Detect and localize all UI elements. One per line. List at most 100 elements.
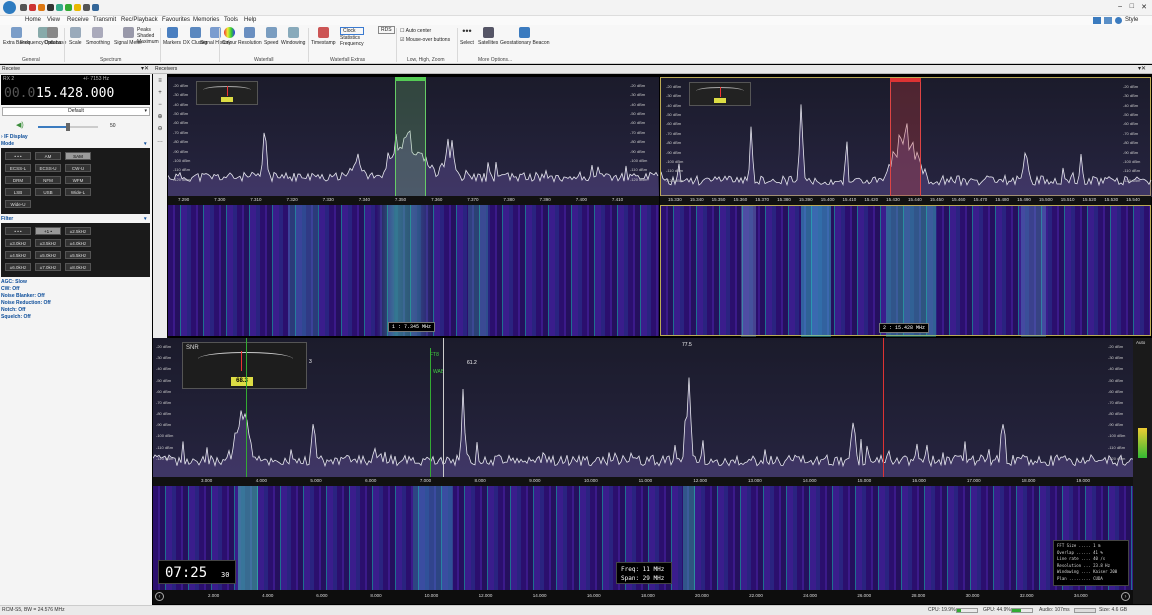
options-button[interactable]: Options bbox=[44, 27, 61, 46]
rx2-frequency-label[interactable]: 2 : 15.428 MHz bbox=[879, 323, 930, 333]
squelch-setting[interactable]: Squelch: Off bbox=[1, 314, 31, 320]
menu-tools[interactable]: Tools bbox=[224, 17, 238, 23]
cw-setting[interactable]: CW: Off bbox=[1, 286, 20, 292]
satellites-button[interactable]: Satellites bbox=[478, 27, 498, 46]
filter-button[interactable]: +1 • bbox=[35, 227, 61, 235]
windowing-button[interactable]: Windowing bbox=[281, 27, 305, 46]
menu-help[interactable]: Help bbox=[244, 17, 256, 23]
add-receiver-icon[interactable]: + bbox=[155, 89, 165, 97]
list-icon[interactable]: ≡ bbox=[155, 77, 165, 85]
rx2-waterfall[interactable]: 2 : 15.428 MHz bbox=[660, 205, 1151, 337]
mode-button[interactable]: AM bbox=[35, 152, 61, 160]
speed-button[interactable]: Speed bbox=[264, 27, 278, 46]
maximum-toggle[interactable]: Maximum bbox=[137, 39, 159, 45]
marker-a[interactable]: 3 bbox=[309, 359, 312, 365]
scroll-left-icon[interactable]: ‹ bbox=[155, 592, 164, 601]
menu-receive[interactable]: Receive bbox=[67, 17, 89, 23]
filter-button[interactable]: ±4.5kHz bbox=[5, 251, 31, 259]
wideband-waterfall[interactable]: 07:25 30 Freq: 11 MHz Span: 29 MHz FFT S… bbox=[153, 486, 1133, 590]
stop-icon[interactable] bbox=[65, 4, 72, 11]
rx1-passband[interactable] bbox=[395, 77, 426, 196]
quick-access-icon[interactable] bbox=[20, 4, 27, 11]
layout-icon[interactable] bbox=[1093, 17, 1101, 24]
mouse-over-checkbox[interactable]: ☑ Mouse-over buttons bbox=[400, 36, 450, 45]
mode-button[interactable]: ECSS-U bbox=[35, 164, 61, 172]
settings-icon[interactable] bbox=[47, 4, 54, 11]
filter-button[interactable]: ±2.5kHz bbox=[65, 227, 91, 235]
mode-button[interactable]: LSB bbox=[5, 188, 31, 196]
smoothing-button[interactable]: Smoothing bbox=[86, 27, 110, 46]
play-icon[interactable] bbox=[56, 4, 63, 11]
menu-view[interactable]: View bbox=[47, 17, 60, 23]
more-icon[interactable]: … bbox=[155, 137, 165, 145]
menu-transmit[interactable]: Transmit bbox=[93, 17, 116, 23]
volume-handle[interactable] bbox=[66, 123, 70, 131]
ft8-marker[interactable]: FT8 bbox=[430, 352, 439, 358]
undo-icon[interactable] bbox=[92, 4, 99, 11]
filter-button[interactable]: ±3.0kHz bbox=[5, 239, 31, 247]
peaks-shaded-maximum[interactable]: Peaks Shaded Maximum bbox=[137, 27, 159, 45]
star-icon[interactable] bbox=[74, 4, 81, 11]
close-button[interactable]: ✕ bbox=[1141, 3, 1147, 11]
mode-button[interactable]: DRM bbox=[5, 176, 31, 184]
mode-section[interactable]: Mode ▾ bbox=[1, 141, 147, 147]
favourites-icon[interactable] bbox=[38, 4, 45, 11]
notch-setting[interactable]: Notch: Off bbox=[1, 307, 25, 313]
rx2-passband[interactable] bbox=[890, 78, 921, 197]
mode-button[interactable]: USB bbox=[35, 188, 61, 196]
rx1-spectrum[interactable]: -20 dBm -30 dBm -40 dBm -50 dBm -60 dBm -70 d… bbox=[168, 77, 659, 196]
filter-button[interactable]: ±5.0kHz bbox=[35, 251, 61, 259]
resolution-button[interactable]: Resolution bbox=[238, 27, 262, 46]
frequency-readout[interactable]: 15.428.000 bbox=[36, 86, 114, 101]
maximize-button[interactable]: □ bbox=[1130, 3, 1134, 10]
rds-button[interactable]: RDS bbox=[378, 26, 395, 34]
filter-button[interactable]: ±5.5kHz bbox=[65, 251, 91, 259]
preset-dropdown[interactable]: Default ▾ bbox=[2, 107, 150, 116]
marker-c[interactable]: 61.2 bbox=[467, 360, 477, 366]
timestamp-button[interactable]: Timestamp bbox=[311, 27, 336, 46]
filter-button[interactable]: ±7.0kHz bbox=[35, 263, 61, 271]
marker-b[interactable]: 77.5 bbox=[682, 342, 692, 348]
window-icon[interactable] bbox=[1104, 17, 1112, 24]
filter-button[interactable]: ±3.5kHz bbox=[35, 239, 61, 247]
level-scale[interactable]: Auto bbox=[1133, 338, 1152, 604]
if-display-toggle[interactable]: › IF Display bbox=[1, 134, 28, 140]
mode-button[interactable]: CW-U bbox=[65, 164, 91, 172]
minimize-button[interactable]: – bbox=[1118, 3, 1122, 10]
rx1-waterfall[interactable]: 1 : 7.345 MHz bbox=[168, 205, 659, 336]
pane-pin-icon[interactable]: ▾✕ bbox=[141, 65, 149, 72]
menu-rec-playback[interactable]: Rec/Playback bbox=[121, 17, 158, 23]
remove-receiver-icon[interactable]: − bbox=[155, 101, 165, 109]
rx2-passband-handle[interactable] bbox=[890, 78, 921, 82]
mode-button[interactable]: ECSS-L bbox=[5, 164, 31, 172]
filter-button[interactable]: • • • bbox=[5, 227, 31, 235]
colour-button[interactable]: Colour bbox=[222, 27, 237, 46]
mode-button[interactable]: SAM bbox=[65, 152, 91, 160]
menu-home[interactable]: Home bbox=[25, 17, 41, 23]
filter-section[interactable]: Filter ▾ bbox=[1, 216, 147, 222]
wideband-spectrum[interactable]: SNR 68.3 3 77.5 61.2 FT8 WAB -20 dBm -30 … bbox=[153, 338, 1133, 477]
auto-center-checkbox[interactable]: ☐ Auto center bbox=[400, 27, 450, 36]
select-button[interactable]: ••• Select bbox=[460, 27, 474, 47]
markers-button[interactable]: Markers bbox=[163, 27, 181, 46]
help-icon[interactable] bbox=[1115, 17, 1122, 24]
style-menu[interactable]: Style bbox=[1125, 17, 1138, 23]
zoom-out-icon[interactable]: ⊖ bbox=[155, 125, 165, 133]
memory-icon[interactable] bbox=[83, 4, 90, 11]
clock-toggle[interactable]: Clock bbox=[340, 27, 364, 35]
menu-favourites[interactable]: Favourites bbox=[162, 17, 190, 23]
filter-button[interactable]: ±6.0kHz bbox=[5, 263, 31, 271]
rx1-passband-handle[interactable] bbox=[395, 77, 426, 81]
agc-setting[interactable]: AGC: Slow bbox=[1, 279, 27, 285]
menu-memories[interactable]: Memories bbox=[193, 17, 219, 23]
filter-button[interactable]: ±4.0kHz bbox=[65, 239, 91, 247]
auto-scale-button[interactable]: Auto bbox=[1136, 340, 1145, 345]
noise-blanker-setting[interactable]: Noise Blanker: Off bbox=[1, 293, 45, 299]
rx2-spectrum[interactable]: -20 dBm -30 dBm -40 dBm -50 dBm -60 dBm -70 d… bbox=[660, 77, 1152, 197]
frequency-toggle[interactable]: Frequency bbox=[340, 41, 364, 47]
mode-button[interactable]: WFM bbox=[65, 176, 91, 184]
record-icon[interactable] bbox=[29, 4, 36, 11]
mode-button[interactable]: Wide-L bbox=[65, 188, 91, 196]
mode-button[interactable]: NFM bbox=[35, 176, 61, 184]
filter-button[interactable]: ±8.0kHz bbox=[65, 263, 91, 271]
